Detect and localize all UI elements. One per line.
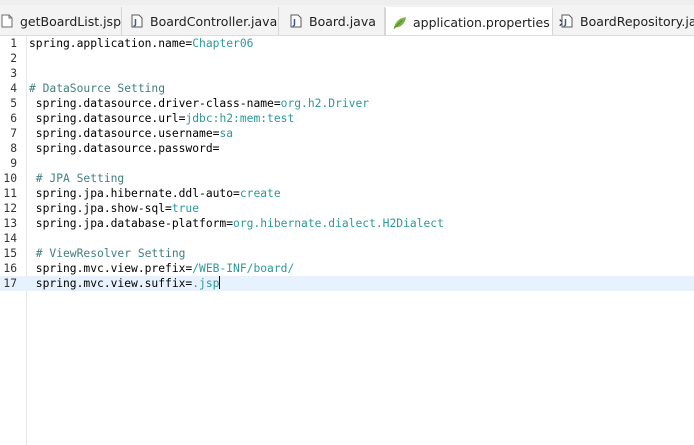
code-line[interactable]: 13 spring.jpa.database-platform=org.hibe… bbox=[0, 216, 694, 231]
line-text: spring.mvc.view.prefix=/WEB-INF/board/ bbox=[29, 261, 294, 276]
text-cursor bbox=[219, 276, 221, 289]
line-number: 7 bbox=[10, 127, 17, 140]
tab-getboardlist-jsp[interactable]: getBoardList.jsp bbox=[0, 7, 122, 35]
properties-file-icon bbox=[393, 16, 407, 30]
code-line[interactable]: 3 bbox=[0, 66, 694, 81]
code-line[interactable]: 15 # ViewResolver Setting bbox=[0, 246, 694, 261]
property-value: org.h2.Driver bbox=[280, 97, 370, 110]
line-number: 8 bbox=[10, 142, 17, 155]
code-line[interactable]: 5 spring.datasource.driver-class-name=or… bbox=[0, 96, 694, 111]
property-key: spring.datasource.driver-class-name= bbox=[29, 97, 281, 110]
toolbar-strip bbox=[0, 0, 694, 5]
line-text: # DataSource Setting bbox=[29, 81, 165, 96]
line-number: 10 bbox=[3, 172, 17, 185]
line-number: 12 bbox=[3, 202, 17, 215]
properties-editor[interactable]: 1 spring.application.name=Chapter06 2 3 4 # D… bbox=[0, 36, 694, 445]
line-text: spring.jpa.database-platform=org.hiberna… bbox=[29, 216, 444, 231]
code-line[interactable]: 8 spring.datasource.password= bbox=[0, 141, 694, 156]
line-number: 9 bbox=[10, 157, 17, 170]
tab-label: getBoardList.jsp bbox=[20, 13, 122, 29]
code-line-current[interactable]: 17 spring.mvc.view.suffix=.jsp bbox=[0, 276, 694, 291]
code-line[interactable]: 10 # JPA Setting bbox=[0, 171, 694, 186]
line-text: spring.jpa.hibernate.ddl-auto=create bbox=[29, 186, 281, 201]
java-file-icon: J bbox=[130, 14, 144, 28]
tab-application-properties[interactable]: application.properties ✕ bbox=[385, 7, 568, 35]
line-text: spring.mvc.view.suffix=.jsp bbox=[29, 276, 221, 291]
line-text: spring.application.name=Chapter06 bbox=[29, 36, 253, 51]
java-file-icon: J bbox=[289, 14, 303, 28]
line-text: spring.datasource.password= bbox=[29, 141, 220, 156]
property-value: /WEB-INF/board/ bbox=[192, 262, 295, 275]
editor-tab-bar: getBoardList.jsp J BoardController.java … bbox=[0, 0, 694, 36]
code-line[interactable]: 6 spring.datasource.url=jdbc:h2:mem:test bbox=[0, 111, 694, 126]
property-value: Chapter06 bbox=[192, 37, 254, 50]
code-line[interactable]: 1 spring.application.name=Chapter06 bbox=[0, 36, 694, 51]
line-number: 11 bbox=[3, 187, 17, 200]
property-value: jdbc:h2:mem:test bbox=[185, 112, 295, 125]
line-text: # JPA Setting bbox=[29, 171, 124, 186]
line-number: 13 bbox=[3, 217, 17, 230]
property-key: spring.jpa.show-sql= bbox=[29, 202, 172, 215]
line-text: spring.datasource.driver-class-name=org.… bbox=[29, 96, 369, 111]
line-number: 15 bbox=[3, 247, 17, 260]
tab-boardcontroller-java[interactable]: J BoardController.java bbox=[122, 7, 279, 35]
property-value: .jsp bbox=[192, 277, 220, 290]
tab-boardrepository-java[interactable]: J BoardRepository.java bbox=[553, 7, 694, 35]
property-key: spring.mvc.view.suffix= bbox=[29, 277, 193, 290]
svg-text:J: J bbox=[563, 18, 567, 27]
code-line[interactable]: 7 spring.datasource.username=sa bbox=[0, 126, 694, 141]
tab-label: BoardController.java bbox=[150, 13, 278, 29]
property-key: spring.datasource.password= bbox=[29, 142, 220, 155]
line-number: 5 bbox=[10, 97, 17, 110]
line-number: 2 bbox=[10, 52, 17, 65]
code-line[interactable]: 14 bbox=[0, 231, 694, 246]
property-key: spring.datasource.url= bbox=[29, 112, 186, 125]
code-line[interactable]: 4 # DataSource Setting bbox=[0, 81, 694, 96]
line-text: spring.jpa.show-sql=true bbox=[29, 201, 199, 216]
tab-label: application.properties bbox=[413, 15, 550, 30]
tab-board-java[interactable]: J Board.java bbox=[279, 7, 385, 35]
line-text: spring.datasource.url=jdbc:h2:mem:test bbox=[29, 111, 294, 126]
svg-text:J: J bbox=[292, 18, 296, 27]
code-line[interactable]: 9 bbox=[0, 156, 694, 171]
code-line[interactable]: 2 bbox=[0, 51, 694, 66]
line-number: 6 bbox=[10, 112, 17, 125]
tab-label: BoardRepository.java bbox=[580, 13, 694, 29]
code-line[interactable]: 11 spring.jpa.hibernate.ddl-auto=create bbox=[0, 186, 694, 201]
comment-text: # DataSource Setting bbox=[29, 82, 166, 95]
line-text: spring.datasource.username=sa bbox=[29, 126, 233, 141]
property-key: spring.mvc.view.prefix= bbox=[29, 262, 193, 275]
line-number: 3 bbox=[10, 67, 17, 80]
property-value: create bbox=[239, 187, 281, 200]
comment-text: # ViewResolver Setting bbox=[29, 247, 186, 260]
property-value: org.hibernate.dialect.H2Dialect bbox=[233, 217, 444, 230]
line-text: # ViewResolver Setting bbox=[29, 246, 186, 261]
java-file-icon: J bbox=[560, 14, 574, 28]
tab-label: Board.java bbox=[309, 13, 376, 29]
property-key: spring.jpa.hibernate.ddl-auto= bbox=[29, 187, 240, 200]
line-number: 16 bbox=[3, 262, 17, 275]
property-key: spring.datasource.username= bbox=[29, 127, 220, 140]
code-line[interactable]: 12 spring.jpa.show-sql=true bbox=[0, 201, 694, 216]
property-key: spring.jpa.database-platform= bbox=[29, 217, 234, 230]
property-key: spring.application.name= bbox=[29, 37, 193, 50]
code-line[interactable]: 16 spring.mvc.view.prefix=/WEB-INF/board… bbox=[0, 261, 694, 276]
line-number: 4 bbox=[10, 82, 17, 95]
svg-text:J: J bbox=[133, 18, 137, 27]
property-value: sa bbox=[219, 127, 234, 140]
line-number: 14 bbox=[3, 232, 17, 245]
comment-text: # JPA Setting bbox=[29, 172, 125, 185]
jsp-file-icon bbox=[0, 14, 14, 28]
property-value: true bbox=[171, 202, 200, 215]
line-number: 1 bbox=[10, 37, 17, 50]
line-number: 17 bbox=[3, 277, 17, 290]
